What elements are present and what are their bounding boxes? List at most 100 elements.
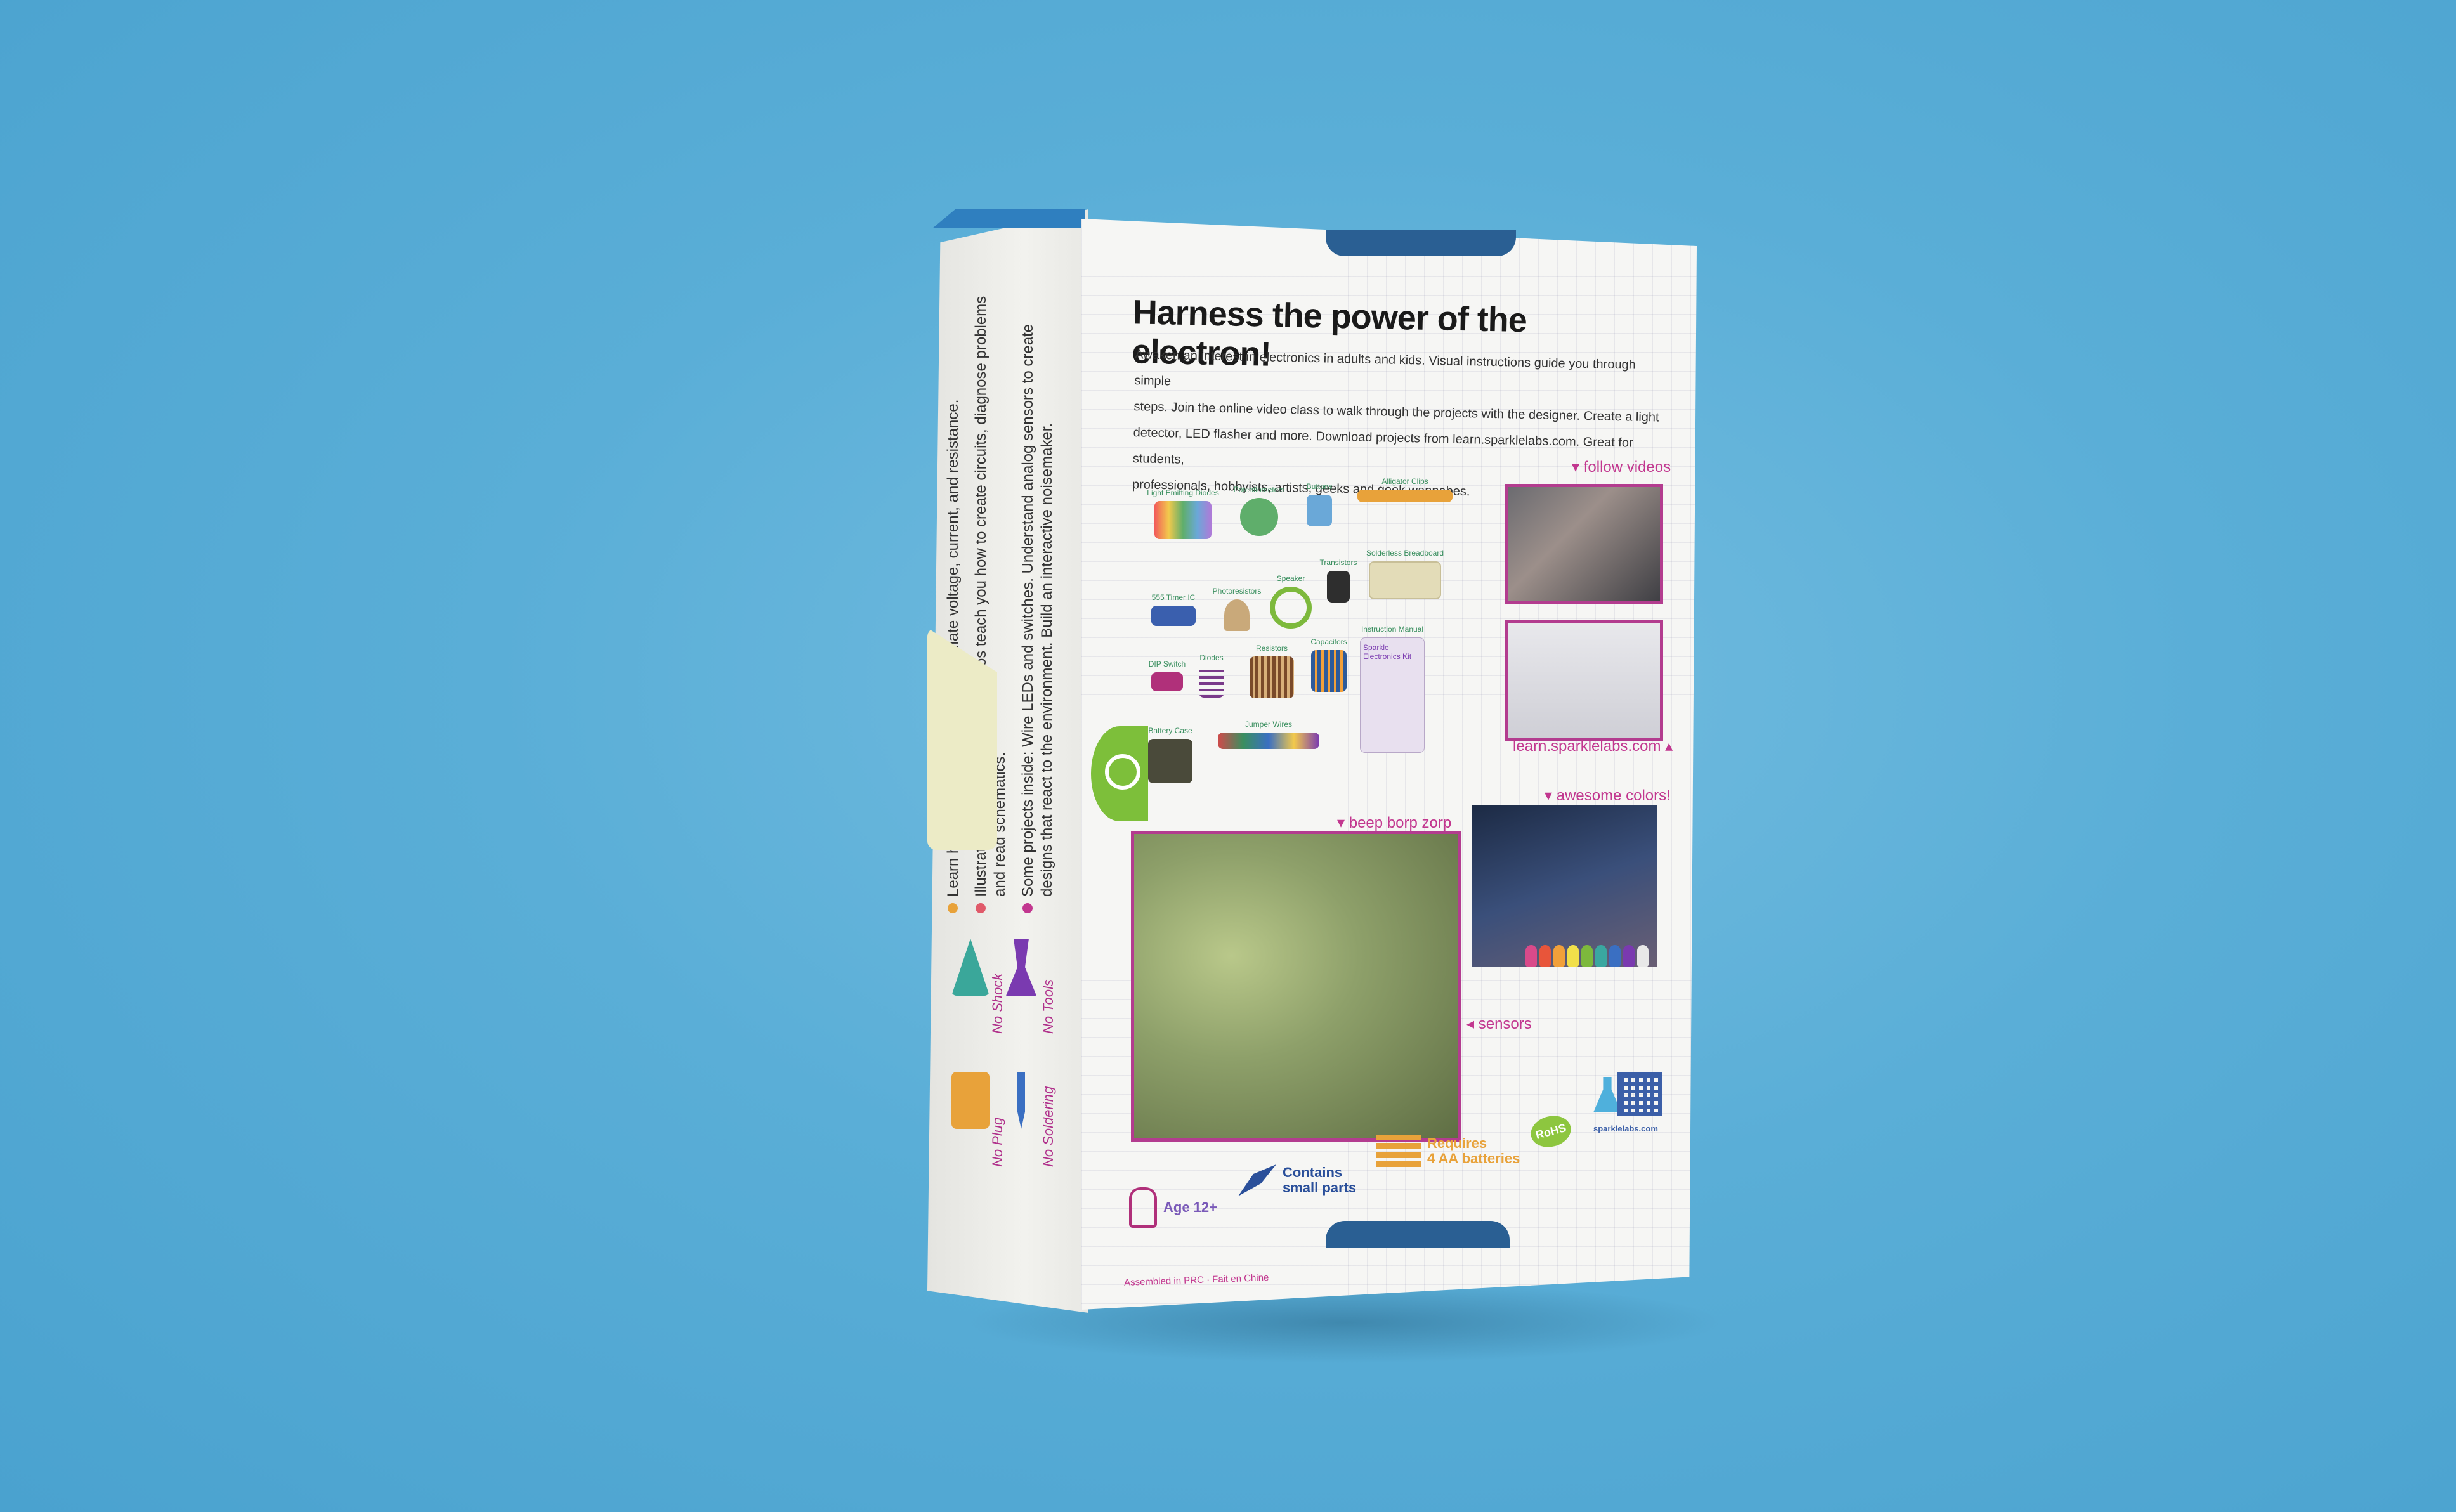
led-icon	[1553, 945, 1565, 967]
awesome-colors-caption: ▾ awesome colors!	[1545, 787, 1671, 804]
part-alligator-clips: Alligator Clips	[1351, 477, 1459, 502]
dip-switch-icon	[1151, 672, 1183, 691]
no-soldering-item: No Soldering	[1002, 1072, 1059, 1173]
led-color-row	[1525, 945, 1649, 967]
part-buttons: Buttons	[1297, 482, 1342, 526]
smiley-icon	[1105, 754, 1140, 790]
part-transistors: Transistors	[1316, 558, 1361, 603]
colors-photo	[1472, 805, 1657, 967]
part-label: Alligator Clips	[1382, 477, 1428, 486]
sensors-caption: ◂ sensors	[1466, 1015, 1532, 1033]
part-jumper-wires: Jumper Wires	[1212, 720, 1326, 749]
no-shock-item: No Shock	[951, 939, 1009, 1040]
part-label: Transistors	[1319, 558, 1357, 567]
side-safety-icons: No Shock No Tools No Plug No Soldering	[951, 939, 1078, 1218]
battery-line: Requires	[1427, 1135, 1487, 1151]
speaker-icon	[1270, 587, 1312, 629]
led-icon	[1637, 945, 1649, 967]
photoresistor-icon	[1224, 599, 1250, 631]
side-bullet: Some projects inside: Wire LEDs and swit…	[1019, 273, 1057, 913]
part-label: Capacitors	[1310, 637, 1347, 646]
part-leds: Light Emitting Diodes	[1142, 488, 1224, 539]
website-screenshot-photo	[1505, 620, 1663, 741]
led-icon	[1539, 945, 1551, 967]
part-speaker: Speaker	[1262, 574, 1319, 629]
learn-url-caption: learn.sparklelabs.com ▴	[1513, 738, 1673, 755]
battery-line: 4 AA batteries	[1427, 1150, 1520, 1166]
no-plug-item: No Plug	[951, 1072, 1009, 1173]
resistor-icon	[1250, 656, 1294, 698]
led-icon	[1525, 945, 1537, 967]
chip-icon	[1151, 606, 1196, 626]
part-label: Resistors	[1255, 644, 1288, 653]
no-tools-icon	[1006, 939, 1036, 996]
led-icon	[1623, 945, 1635, 967]
battery-case-icon	[1148, 739, 1192, 783]
manual-cover-title: Sparkle Electronics Kit	[1363, 643, 1412, 661]
breadboard-icon	[1369, 561, 1441, 599]
led-icon	[1567, 945, 1579, 967]
part-breadboard: Solderless Breadboard	[1361, 549, 1449, 599]
box-bottom-notch	[1326, 1221, 1510, 1248]
small-parts-text: Contains small parts	[1283, 1165, 1356, 1196]
battery-text: Requires 4 AA batteries	[1427, 1136, 1520, 1166]
age-text: Age 12+	[1163, 1199, 1217, 1215]
part-label: Diodes	[1199, 653, 1224, 662]
no-plug-icon	[951, 1072, 990, 1129]
bullet-dot-icon	[976, 903, 986, 913]
diode-icon	[1199, 666, 1224, 698]
part-label: Buttons	[1306, 482, 1333, 491]
follow-videos-caption: ▾ follow videos	[1572, 459, 1671, 476]
leds-icon	[1154, 501, 1212, 539]
part-diodes: Diodes	[1189, 653, 1234, 698]
part-instruction-manual: Instruction Manual Sparkle Electronics K…	[1354, 625, 1430, 753]
potentiometer-icon	[1240, 498, 1278, 536]
video-screenshot-photo	[1505, 484, 1663, 604]
no-soldering-label: No Soldering	[1040, 1086, 1056, 1167]
led-icon	[1609, 945, 1621, 967]
part-label: Battery Case	[1148, 726, 1192, 735]
alligator-clip-icon	[1357, 490, 1453, 502]
manual-icon: Sparkle Electronics Kit	[1360, 637, 1425, 753]
small-parts-line: Contains	[1283, 1164, 1343, 1180]
bullet-dot-icon	[1022, 903, 1033, 913]
small-parts-badge: Contains small parts	[1238, 1164, 1356, 1196]
box-top-notch	[1326, 230, 1516, 256]
child-icon	[1129, 1187, 1157, 1228]
part-label: Instruction Manual	[1361, 625, 1424, 634]
part-battery-case: Battery Case	[1142, 726, 1199, 783]
part-555-timer: 555 Timer IC	[1142, 593, 1205, 626]
led-icon	[1581, 945, 1593, 967]
part-capacitors: Capacitors	[1303, 637, 1354, 692]
part-label: Solderless Breadboard	[1366, 549, 1444, 557]
no-tools-item: No Tools	[1002, 939, 1059, 1040]
no-shock-icon	[951, 939, 990, 996]
side-top-flap	[932, 209, 1085, 228]
jumper-wire-icon	[1218, 733, 1319, 749]
no-soldering-icon	[1017, 1072, 1025, 1129]
beep-caption: ▾ beep borp zorp	[1337, 814, 1452, 831]
side-bullet-text: Some projects inside: Wire LEDs and swit…	[1019, 323, 1055, 897]
part-potentiometers: Potentiometers	[1224, 485, 1294, 536]
age-badge: Age 12+	[1129, 1187, 1217, 1228]
kit-parts-grid: Light Emitting Diodes Potentiometers But…	[1142, 469, 1484, 799]
photo-background: Learn how electricity works and calculat…	[0, 0, 2456, 1512]
part-label: Jumper Wires	[1244, 720, 1292, 729]
part-label: DIP Switch	[1148, 660, 1186, 668]
small-parts-icon	[1238, 1164, 1276, 1196]
battery-icon	[1376, 1135, 1421, 1167]
green-smiley-tab	[1091, 726, 1148, 821]
led-icon	[1595, 945, 1607, 967]
small-parts-line: small parts	[1283, 1180, 1357, 1196]
part-label: Photoresistors	[1212, 587, 1262, 596]
battery-badge: Requires 4 AA batteries	[1376, 1135, 1520, 1167]
part-label: Potentiometers	[1233, 485, 1285, 494]
part-label: Speaker	[1276, 574, 1305, 583]
circuit-photo	[1131, 831, 1461, 1142]
part-photoresistors: Photoresistors	[1205, 587, 1269, 631]
capacitor-icon	[1311, 650, 1347, 692]
bullet-dot-icon	[948, 903, 958, 913]
transistor-icon	[1327, 571, 1350, 603]
no-tools-label: No Tools	[1040, 979, 1056, 1034]
qr-code-icon	[1617, 1072, 1662, 1116]
